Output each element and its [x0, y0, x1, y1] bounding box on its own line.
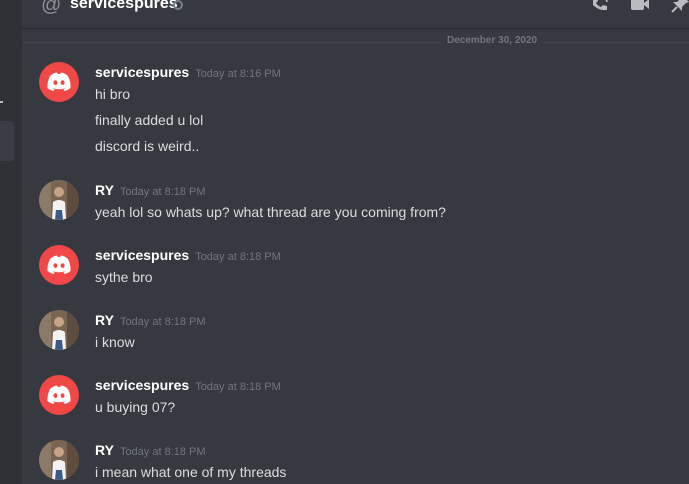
author-name[interactable]: RY: [95, 312, 114, 328]
message-timestamp: Today at 8:18 PM: [119, 316, 206, 328]
author-name[interactable]: RY: [95, 182, 114, 198]
message-author[interactable]: RY Today at 8:18 PM: [95, 182, 206, 198]
message-author[interactable]: servicespures Today at 8:18 PM: [95, 377, 281, 393]
user-avatar[interactable]: [39, 440, 79, 480]
phone-icon[interactable]: [589, 0, 609, 14]
message-text: i mean what one of my threads: [95, 464, 287, 480]
author-name[interactable]: servicespures: [95, 247, 189, 263]
discord-logo-icon[interactable]: [39, 62, 79, 102]
message-text: finally added u lol: [95, 112, 204, 128]
message-text: u buying 07?: [95, 399, 176, 415]
message-timestamp: Today at 8:18 PM: [195, 381, 281, 393]
message-timestamp: Today at 8:18 PM: [195, 251, 281, 263]
sidebar-mark: [0, 101, 3, 103]
message-timestamp: Today at 8:18 PM: [119, 186, 206, 198]
message-author[interactable]: RY Today at 8:18 PM: [95, 312, 206, 328]
discord-logo-icon[interactable]: [39, 375, 79, 415]
author-name[interactable]: RY: [95, 442, 114, 458]
message-timestamp: Today at 8:18 PM: [119, 446, 206, 458]
channel-header: @ servicespures: [22, 0, 689, 29]
message-text: yeah lol so whats up? what thread are yo…: [95, 204, 446, 220]
message-text: sythe bro: [95, 269, 153, 285]
discord-logo-icon[interactable]: [39, 245, 79, 285]
user-avatar[interactable]: [39, 310, 79, 350]
pin-icon[interactable]: [670, 0, 689, 14]
user-avatar[interactable]: [39, 180, 79, 220]
message-author[interactable]: RY Today at 8:18 PM: [95, 442, 206, 458]
message-timestamp: Today at 8:16 PM: [195, 68, 281, 80]
message-text: i know: [95, 334, 135, 350]
author-name[interactable]: servicespures: [95, 377, 189, 393]
status-offline-icon: [173, 0, 183, 10]
message-author[interactable]: servicespures Today at 8:18 PM: [95, 247, 281, 263]
channel-sidebar: [0, 0, 22, 484]
author-name[interactable]: servicespures: [95, 64, 189, 80]
video-icon[interactable]: [630, 0, 650, 14]
message-author[interactable]: servicespures Today at 8:16 PM: [95, 64, 281, 80]
date-divider-line: [22, 42, 689, 43]
date-divider: December 30, 2020: [441, 35, 544, 46]
at-icon: @: [41, 0, 62, 16]
message-text: discord is weird..: [95, 138, 200, 154]
sidebar-selected-item[interactable]: [0, 121, 14, 161]
message-text: hi bro: [95, 86, 131, 102]
channel-name: servicespures: [70, 0, 178, 12]
